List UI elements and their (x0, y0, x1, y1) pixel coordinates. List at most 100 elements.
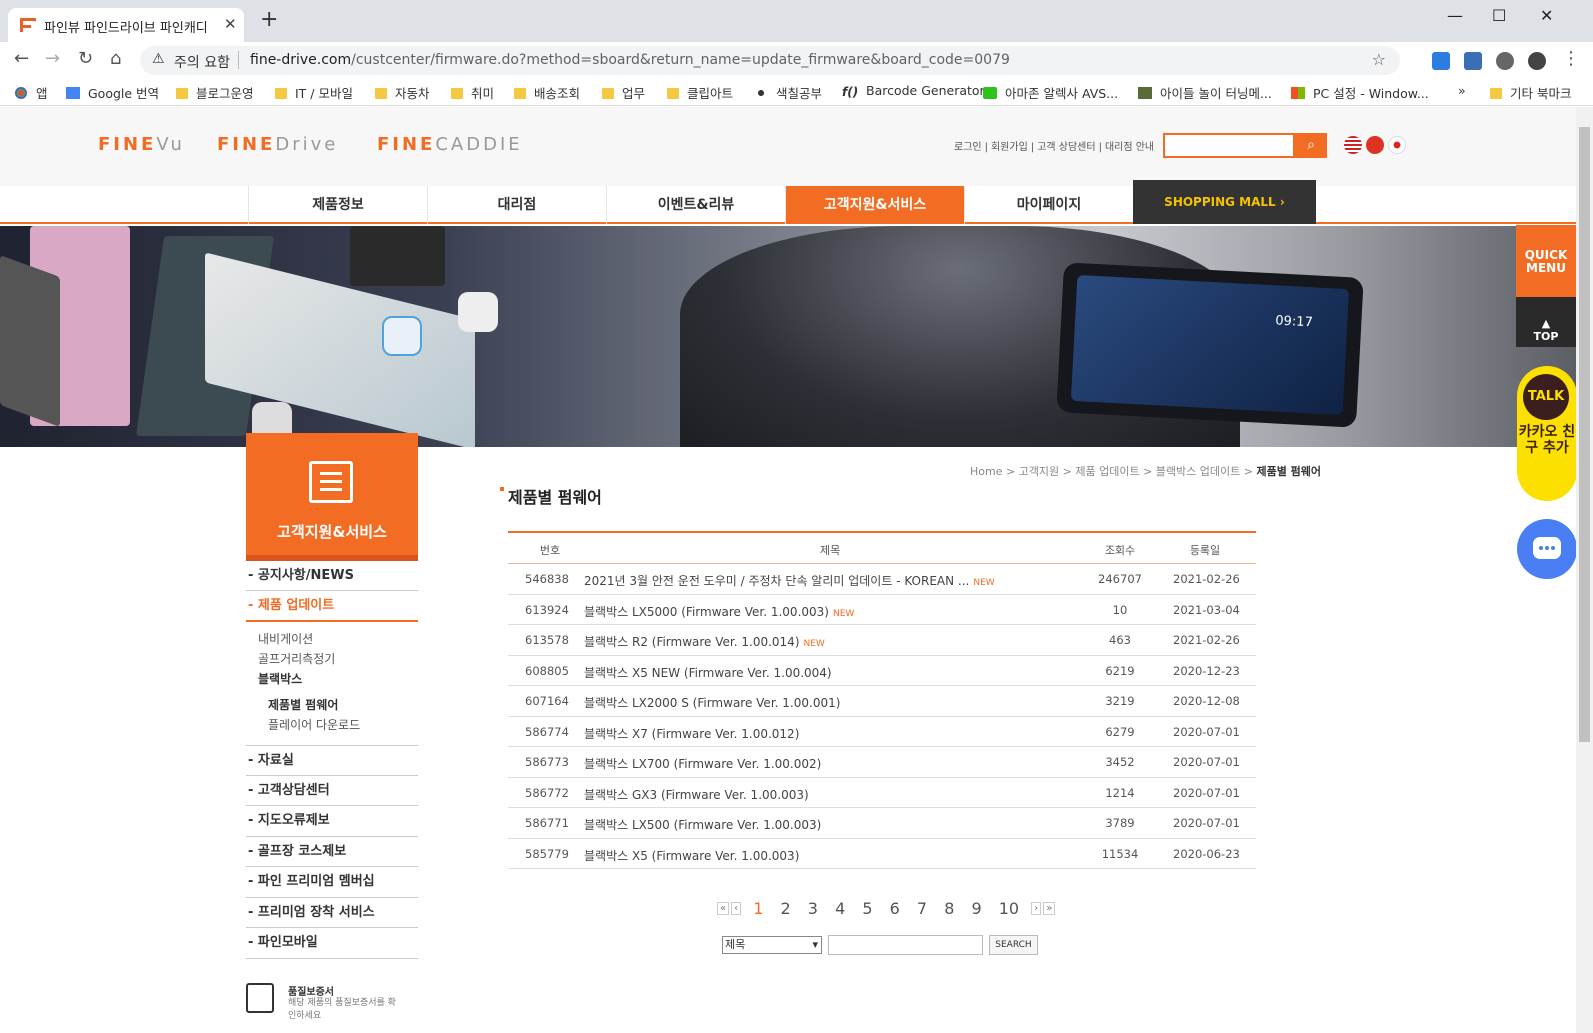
bookmark-kids[interactable]: 아이들 놀이 터닝메... (1138, 83, 1272, 102)
bookmark-alexa[interactable]: 아마존 알렉사 AVS... (983, 83, 1118, 102)
page-link[interactable]: 2 (781, 899, 791, 918)
table-row[interactable]: 608805 블랙박스 X5 NEW (Firmware Ver. 1.00.00… (508, 656, 1256, 686)
sidebar-sub-navigation[interactable]: 내비게이션 (258, 630, 313, 647)
download-extension-icon[interactable] (1432, 52, 1450, 70)
login-link[interactable]: 로그인 (954, 142, 982, 153)
last-page-icon[interactable]: » (1043, 902, 1056, 915)
page-link[interactable]: 1 (753, 899, 763, 918)
table-row[interactable]: 586771 블랙박스 LX500 (Firmware Ver. 1.00.003… (508, 808, 1256, 839)
row-title-link[interactable]: 블랙박스 X5 (Firmware Ver. 1.00.003) (584, 847, 799, 864)
window-close-icon[interactable]: ✕ (1540, 6, 1553, 25)
row-title-link[interactable]: 블랙박스 LX2000 S (Firmware Ver. 1.00.001) (584, 694, 840, 711)
page-link[interactable]: 5 (862, 899, 872, 918)
page-link[interactable]: 6 (890, 899, 900, 918)
bookmark-google-translate[interactable]: Google 번역 (66, 83, 159, 102)
bookmark-windows-settings[interactable]: PC 설정 - Window... (1291, 83, 1429, 102)
page-link[interactable]: 7 (917, 899, 927, 918)
row-title-link[interactable]: 블랙박스 X5 NEW (Firmware Ver. 1.00.004) (584, 664, 832, 681)
search-field-select[interactable]: 제목 (722, 936, 822, 954)
bookmark-folder[interactable]: 취미 (451, 83, 494, 102)
finevu-logo[interactable]: FINEVu (98, 134, 185, 155)
dealer-link[interactable]: 대리점 안내 (1105, 142, 1154, 153)
bookmark-folder[interactable]: IT / 모바일 (275, 83, 353, 102)
warning-icon[interactable]: ⚠ (152, 51, 165, 67)
profile-avatar-icon[interactable] (1528, 52, 1546, 70)
sidebar-item-archive[interactable]: - 자료실 (246, 745, 418, 776)
bookmarks-overflow-icon[interactable]: » (1458, 83, 1466, 98)
forward-icon[interactable]: → (45, 48, 60, 69)
row-title-link[interactable]: 블랙박스 LX500 (Firmware Ver. 1.00.003) (584, 816, 821, 833)
page-link[interactable]: 10 (999, 899, 1019, 918)
address-bar[interactable]: ⚠ 주의 요함 fine-drive.com/custcenter/firmwa… (140, 46, 1400, 75)
header-search-input[interactable] (1163, 133, 1295, 158)
sidebar-item-product-update[interactable]: - 제품 업데이트 (246, 591, 418, 622)
china-flag-icon[interactable] (1366, 136, 1384, 154)
table-row[interactable]: 607164 블랙박스 LX2000 S (Firmware Ver. 1.00.… (508, 686, 1256, 717)
sidebar-sub-golf[interactable]: 골프거리측정기 (258, 650, 335, 667)
sidebar-sub-blackbox[interactable]: 블랙박스 (258, 670, 302, 687)
bookmark-star-icon[interactable]: ☆ (1372, 50, 1386, 69)
table-row[interactable]: 586773 블랙박스 LX700 (Firmware Ver. 1.00.002… (508, 747, 1256, 778)
sidebar-item-install-service[interactable]: - 프리미엄 장착 서비스 (246, 898, 418, 928)
row-title-link[interactable]: 블랙박스 X7 (Firmware Ver. 1.00.012) (584, 725, 799, 742)
page-link[interactable]: 3 (808, 899, 818, 918)
nav-event-review[interactable]: 이벤트&리뷰 (606, 186, 785, 224)
menu-kebab-icon[interactable]: ⋮ (1562, 48, 1580, 69)
next-page-icon[interactable]: › (1031, 902, 1042, 915)
row-title-link[interactable]: 블랙박스 LX5000 (Firmware Ver. 1.00.003) NEW (584, 603, 854, 620)
table-row[interactable]: 613924 블랙박스 LX5000 (Firmware Ver. 1.00.00… (508, 595, 1256, 625)
extension-icon[interactable] (1464, 52, 1482, 70)
home-icon[interactable]: ⌂ (110, 48, 121, 69)
signup-link[interactable]: 회원가입 (991, 142, 1028, 153)
bookmark-folder[interactable]: 자동차 (375, 83, 430, 102)
page-link[interactable]: 8 (944, 899, 954, 918)
search-icon[interactable]: ⌕ (1295, 133, 1327, 158)
tab-close-icon[interactable]: ✕ (224, 15, 237, 33)
sidebar-sub-player[interactable]: 플레이어 다운로드 (268, 716, 360, 733)
bookmark-coloring[interactable]: 색칠공부 (754, 83, 822, 102)
nav-customer-support[interactable]: 고객지원&서비스 (785, 186, 964, 224)
shopping-mall-button[interactable]: SHOPPING MALL › (1133, 180, 1316, 224)
security-label[interactable]: 주의 요함 (174, 52, 230, 72)
minimize-icon[interactable]: — (1447, 6, 1463, 25)
scroll-top-button[interactable]: ▲ TOP (1516, 297, 1576, 347)
bookmark-folder[interactable]: 배송조회 (514, 83, 580, 102)
nav-product-info[interactable]: 제품정보 (248, 186, 427, 224)
us-flag-icon[interactable] (1344, 136, 1362, 154)
puzzle-extensions-icon[interactable] (1496, 52, 1514, 70)
table-row[interactable]: 546838 2021년 3월 안전 운전 도우미 / 주정차 단속 알리미 업데… (508, 564, 1256, 595)
bookmark-folder[interactable]: 클립아트 (667, 83, 733, 102)
bookmark-other[interactable]: 기타 북마크 (1490, 83, 1571, 102)
page-link[interactable]: 9 (971, 899, 981, 918)
kakao-talk-button[interactable]: TALK 카카오 친구 추가 (1517, 366, 1576, 501)
bookmark-folder[interactable]: 업무 (602, 83, 645, 102)
first-page-icon[interactable]: « (717, 902, 730, 915)
sidebar-item-consult[interactable]: - 고객상담센터 (246, 776, 418, 806)
support-center-link[interactable]: 고객 상담센터 (1037, 142, 1095, 153)
board-search-input[interactable] (828, 935, 983, 955)
table-row[interactable]: 586774 블랙박스 X7 (Firmware Ver. 1.00.012) 62… (508, 717, 1256, 747)
scrollbar-thumb[interactable] (1579, 127, 1590, 742)
bookmark-apps[interactable]: 앱 (14, 83, 48, 102)
sidebar-item-golf-course[interactable]: - 골프장 코스제보 (246, 837, 418, 867)
sidebar-sub-firmware[interactable]: 제품별 펌웨어 (268, 696, 338, 713)
browser-tab[interactable]: 파인뷰 파인드라이브 파인캐디 ✕ (8, 8, 244, 42)
table-row[interactable]: 613578 블랙박스 R2 (Firmware Ver. 1.00.014) NE… (508, 625, 1256, 656)
bookmark-folder[interactable]: 블로그운영 (176, 83, 254, 102)
row-title-link[interactable]: 블랙박스 GX3 (Firmware Ver. 1.00.003) (584, 786, 809, 803)
page-link[interactable]: 4 (835, 899, 845, 918)
japan-flag-icon[interactable] (1388, 136, 1406, 154)
row-title-link[interactable]: 블랙박스 R2 (Firmware Ver. 1.00.014) NEW (584, 633, 825, 650)
table-row[interactable]: 585779 블랙박스 X5 (Firmware Ver. 1.00.003) 11… (508, 839, 1256, 869)
url-text[interactable]: fine-drive.com/custcenter/firmware.do?me… (250, 52, 1010, 68)
nav-mypage[interactable]: 마이페이지 (964, 186, 1133, 224)
back-icon[interactable]: ← (14, 48, 29, 69)
prev-page-icon[interactable]: ‹ (731, 902, 742, 915)
chat-button[interactable] (1517, 519, 1576, 579)
sidebar-item-mobile[interactable]: - 파인모바일 (246, 928, 418, 959)
sidebar-item-membership[interactable]: - 파인 프리미엄 멤버십 (246, 867, 418, 898)
table-row[interactable]: 586772 블랙박스 GX3 (Firmware Ver. 1.00.003) 1… (508, 778, 1256, 808)
quick-menu-button[interactable]: QUICK MENU (1516, 225, 1576, 297)
vertical-scrollbar[interactable] (1576, 107, 1593, 1033)
row-title-link[interactable]: 블랙박스 LX700 (Firmware Ver. 1.00.002) (584, 755, 821, 772)
